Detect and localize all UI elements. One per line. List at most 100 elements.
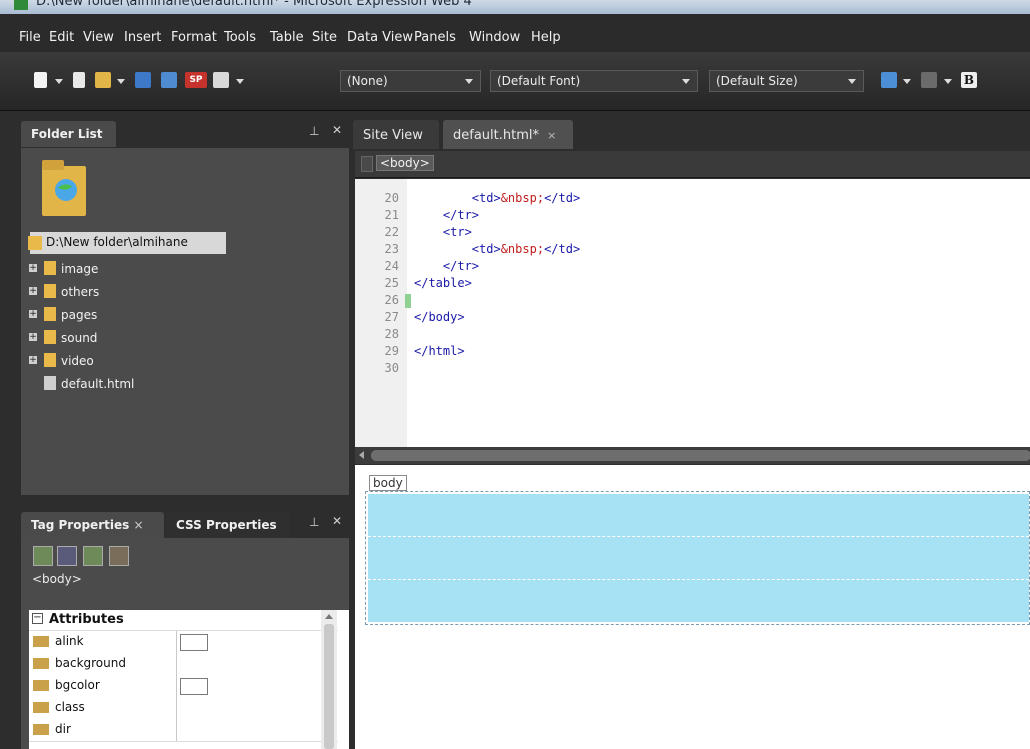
attribute-row-dir[interactable]: dir [29, 719, 338, 742]
html-file-icon [44, 376, 56, 390]
tab-default-html[interactable]: default.html* × [443, 120, 573, 149]
undo-icon[interactable] [881, 72, 897, 88]
folder-icon [28, 236, 42, 250]
attribute-row-alink[interactable]: alink [29, 631, 338, 654]
redo-dropdown-arrow[interactable] [944, 79, 952, 84]
font-combo[interactable]: (Default Font) [490, 70, 698, 92]
code-line[interactable]: </html> [414, 344, 465, 358]
scroll-up-icon[interactable] [325, 614, 333, 619]
tab-css-properties[interactable]: CSS Properties [166, 512, 290, 538]
open-folder-icon[interactable] [95, 72, 111, 88]
design-view[interactable]: body [355, 465, 1030, 749]
save-all-icon[interactable] [161, 72, 177, 88]
expand-icon[interactable]: + [29, 310, 37, 319]
breadcrumb-back-icon[interactable] [361, 156, 373, 172]
table-cell[interactable] [368, 580, 1029, 622]
code-line[interactable]: </table> [414, 276, 472, 290]
properties-scrollbar[interactable] [321, 610, 337, 749]
menu-file[interactable]: File [19, 30, 41, 45]
folder-icon [44, 353, 56, 367]
preview-dropdown-arrow[interactable] [236, 79, 244, 84]
code-line[interactable]: <td>&nbsp;</td> [414, 242, 580, 256]
new-dropdown-arrow[interactable] [55, 79, 63, 84]
table-cell[interactable] [368, 537, 1029, 580]
expand-icon[interactable]: + [29, 356, 37, 365]
code-editor[interactable]: 20 21 22 23 24 25 26 27 28 29 30 <td>&nb… [355, 179, 1030, 447]
table-cell[interactable] [368, 494, 1029, 537]
menu-tools[interactable]: Tools [224, 30, 256, 45]
scrollbar-thumb[interactable] [324, 624, 334, 749]
style-combo[interactable]: (None) [340, 70, 481, 92]
tree-item-others[interactable]: + others [29, 284, 99, 299]
tag-icon[interactable] [109, 546, 129, 566]
expand-icon[interactable]: + [29, 287, 37, 296]
menu-edit[interactable]: Edit [49, 30, 74, 45]
menu-data-view[interactable]: Data View [347, 30, 413, 45]
size-combo[interactable]: (Default Size) [709, 70, 864, 92]
code-line[interactable]: </body> [414, 310, 465, 324]
scrollbar-thumb[interactable] [371, 450, 1030, 461]
sharepoint-icon[interactable]: SP [185, 72, 207, 88]
menu-site[interactable]: Site [312, 30, 337, 45]
folder-icon [44, 261, 56, 275]
tree-item-label: sound [61, 331, 98, 345]
html-entity: &nbsp; [500, 191, 545, 205]
categorized-view-icon[interactable] [33, 546, 53, 566]
body-tag-label[interactable]: body [369, 475, 407, 491]
code-line[interactable]: </tr> [414, 259, 479, 273]
color-swatch[interactable] [180, 678, 208, 695]
bold-button[interactable]: B [961, 72, 977, 88]
tree-item-default-html[interactable]: default.html [44, 376, 134, 391]
code-horizontal-scrollbar[interactable] [355, 447, 1030, 464]
attribute-icon [33, 702, 49, 713]
tab-folder-list[interactable]: Folder List [21, 121, 116, 147]
tree-item-image[interactable]: + image [29, 261, 98, 276]
close-icon[interactable]: × [547, 129, 556, 142]
pin-icon[interactable]: ⊥ [309, 124, 319, 138]
attribute-row-bgcolor[interactable]: bgcolor [29, 675, 338, 698]
attribute-row-background[interactable]: background [29, 653, 338, 676]
close-icon[interactable]: × [133, 518, 143, 532]
scroll-left-icon[interactable] [359, 451, 364, 459]
undo-dropdown-arrow[interactable] [903, 79, 911, 84]
column-divider [176, 631, 177, 653]
tree-item-video[interactable]: + video [29, 353, 94, 368]
new-page-icon[interactable] [34, 72, 47, 88]
menu-table[interactable]: Table [270, 30, 304, 45]
attribute-row-class[interactable]: class [29, 697, 338, 720]
line-number: 26 [384, 293, 399, 307]
root-folder-row[interactable]: D:\New folder\almihane [28, 232, 226, 254]
color-swatch[interactable] [180, 634, 208, 651]
close-icon[interactable]: ✕ [332, 514, 342, 528]
tab-tag-properties[interactable]: Tag Properties × [21, 512, 164, 538]
show-set-properties-icon[interactable] [83, 546, 103, 566]
redo-icon[interactable] [921, 72, 937, 88]
body-outline [365, 491, 1030, 625]
collapse-icon[interactable]: − [32, 613, 43, 624]
chevron-down-icon [682, 79, 690, 84]
sort-icon[interactable] [57, 546, 77, 566]
expand-icon[interactable]: + [29, 264, 37, 273]
preview-icon[interactable] [213, 72, 229, 88]
expand-icon[interactable]: + [29, 333, 37, 342]
pin-icon[interactable]: ⊥ [309, 515, 319, 529]
open-dropdown-arrow[interactable] [117, 79, 125, 84]
tab-site-view[interactable]: Site View [353, 120, 439, 149]
menu-window[interactable]: Window [469, 30, 520, 45]
tree-item-sound[interactable]: + sound [29, 330, 98, 345]
close-icon[interactable]: ✕ [332, 123, 342, 137]
attributes-group-header[interactable]: − Attributes [29, 610, 338, 631]
code-line[interactable]: <td>&nbsp;</td> [414, 191, 580, 205]
menu-panels[interactable]: Panels [414, 30, 456, 45]
menu-help[interactable]: Help [531, 30, 561, 45]
code-line[interactable]: </tr> [414, 208, 479, 222]
open-icon[interactable] [73, 72, 85, 88]
breadcrumb-body[interactable]: <body> [376, 155, 434, 171]
code-line[interactable]: <tr> [414, 225, 472, 239]
menu-insert[interactable]: Insert [124, 30, 161, 45]
menu-view[interactable]: View [83, 30, 114, 45]
tree-item-pages[interactable]: + pages [29, 307, 97, 322]
save-icon[interactable] [135, 72, 151, 88]
menu-format[interactable]: Format [171, 30, 217, 45]
selected-tag-label: <body> [32, 572, 82, 586]
